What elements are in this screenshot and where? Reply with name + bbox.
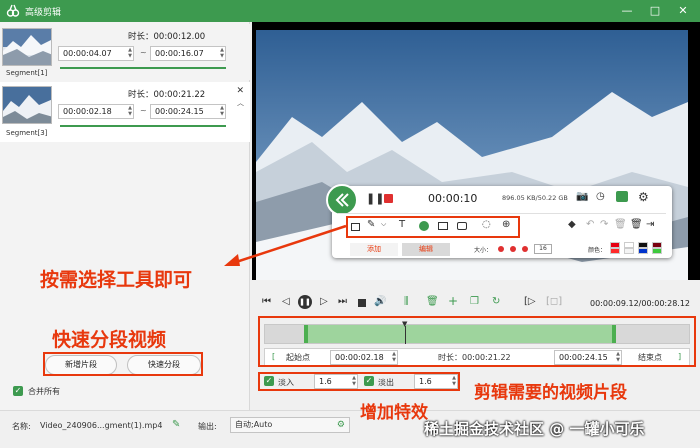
camera-icon[interactable]: 📷	[576, 191, 588, 202]
delete-segment-icon[interactable]: 🗑	[426, 296, 439, 307]
output-label: 输出:	[198, 422, 217, 431]
next-frame-icon[interactable]: ▷	[320, 296, 328, 307]
color-palette	[610, 242, 670, 254]
window-title: 高级剪辑	[25, 8, 62, 18]
annotation-box-effects	[258, 372, 460, 391]
divider	[338, 213, 666, 214]
prev-frame-icon[interactable]: ◁	[282, 296, 290, 307]
pause-icon[interactable]: ❚❚	[366, 192, 384, 205]
size-dot-small-icon[interactable]	[498, 246, 504, 252]
eraser-icon[interactable]: ◆	[568, 219, 576, 230]
app-logo-icon	[6, 4, 20, 17]
size-dot-large-icon[interactable]	[522, 246, 528, 252]
close-segment-icon[interactable]: ✕	[236, 86, 244, 96]
title-bar: 高级剪辑 — □ ✕	[0, 0, 700, 22]
segment-progress-line	[60, 125, 226, 127]
stop-icon[interactable]	[358, 299, 366, 307]
color-swatch[interactable]	[610, 248, 620, 254]
color-swatch[interactable]	[638, 248, 648, 254]
segment-thumbnail	[2, 28, 52, 66]
segment-duration: 时长：00:00:21.22	[128, 90, 206, 100]
range-separator: ~	[140, 106, 147, 115]
gear-icon[interactable]: ⚙	[337, 418, 345, 432]
segment-progress-line	[60, 67, 226, 69]
spinner-icon[interactable]: ▲ ▼	[128, 47, 132, 59]
spinner-icon[interactable]: ▲ ▼	[220, 47, 224, 59]
annotation-box-clip	[258, 316, 696, 367]
annotation-select-tool: 按需选择工具即可	[40, 269, 193, 291]
segment-duration: 时长：00:00:12.00	[128, 32, 206, 42]
annotation-clip-segment: 剪辑需要的视频片段	[474, 383, 627, 403]
minimize-button[interactable]: —	[612, 0, 642, 22]
skip-end-icon[interactable]: ⏭	[338, 296, 347, 307]
merge-all-checkbox[interactable]: ✓	[13, 386, 23, 396]
tab-edit[interactable]: 编辑	[402, 243, 450, 256]
segment-end-field[interactable]: 00:00:16.07 ▲ ▼	[150, 46, 226, 61]
segment-end-field[interactable]: 00:00:24.15 ▲ ▼	[150, 104, 226, 119]
color-label: 颜色：	[588, 247, 607, 254]
close-window-button[interactable]: ✕	[668, 0, 698, 22]
size-input[interactable]: 16	[534, 244, 552, 254]
name-label: 名称:	[12, 422, 31, 431]
split-icon[interactable]: ⫼	[404, 296, 409, 307]
output-select[interactable]: 自动;Auto ⚙	[230, 417, 350, 433]
copy-icon[interactable]: ❐	[470, 296, 479, 307]
segment-item[interactable]: Segment[3] 时长：00:00:21.22 ✕ ︿ 00:00:02.1…	[0, 82, 250, 142]
clock-icon[interactable]: ◷	[596, 191, 605, 202]
size-dot-medium-icon[interactable]	[510, 246, 516, 252]
pause-button[interactable]: ❚❚	[298, 295, 312, 309]
file-name: Video_240906...gment(1).mp4	[40, 421, 163, 430]
spinner-icon[interactable]: ▲ ▼	[220, 105, 224, 117]
gear-icon[interactable]: ⚙	[638, 190, 649, 204]
redo-icon[interactable]: ↷	[600, 219, 608, 230]
reset-icon[interactable]: ↻	[492, 296, 500, 307]
color-swatch[interactable]	[624, 248, 634, 254]
add-icon[interactable]: +	[448, 294, 458, 308]
segment-item[interactable]: Segment[1] 时长：00:00:12.00 00:00:04.07 ▲ ▼ …	[0, 24, 250, 80]
spinner-icon[interactable]: ▲ ▼	[128, 105, 132, 117]
trash-icon[interactable]: 🗑	[630, 219, 643, 230]
segment-label: Segment[1]	[6, 69, 48, 77]
exit-icon[interactable]: ⇥	[646, 219, 654, 230]
record-stop-icon[interactable]	[384, 194, 393, 203]
record-time: 00:00:10	[428, 192, 478, 205]
skip-start-icon[interactable]: ⏮	[262, 296, 271, 307]
delete-icon[interactable]: 🗑	[614, 219, 627, 230]
collapse-arrows-icon[interactable]	[326, 184, 358, 216]
toolbox-icon[interactable]	[616, 191, 628, 202]
annotation-box-split	[43, 352, 203, 376]
segment-thumbnail	[2, 86, 52, 124]
volume-icon[interactable]: 🔊	[374, 296, 386, 307]
mark-in-icon[interactable]: [▷	[524, 296, 536, 307]
annotation-quick-split: 快速分段视频	[52, 329, 167, 351]
undo-icon[interactable]: ↶	[586, 219, 594, 230]
watermark-text: 稀土掘金技术社区 @ 一罐小可乐	[424, 420, 645, 438]
merge-all-label: 合并所有	[28, 387, 60, 396]
color-swatch[interactable]	[652, 248, 662, 254]
annotation-arrow-icon	[224, 224, 347, 266]
record-stats: 896.05 KB/50.22 GB	[502, 194, 568, 202]
size-label: 大小：	[474, 247, 493, 254]
segment-label: Segment[3]	[6, 129, 48, 137]
segment-start-field[interactable]: 00:00:02.18 ▲ ▼	[58, 104, 134, 119]
restore-button[interactable]: □	[640, 0, 670, 22]
chevron-up-icon[interactable]: ︿	[237, 98, 244, 108]
current-time: 00:00:09.12/00:00:28.12	[590, 299, 690, 308]
edit-name-icon[interactable]: ✎	[172, 419, 180, 430]
tab-add[interactable]: 添加	[350, 243, 398, 256]
annotation-add-effects: 增加特效	[360, 403, 428, 423]
segment-start-field[interactable]: 00:00:04.07 ▲ ▼	[58, 46, 134, 61]
range-separator: ~	[140, 48, 147, 57]
mark-out-icon[interactable]: [◻]	[546, 296, 562, 307]
annotation-box-tools	[346, 216, 520, 238]
